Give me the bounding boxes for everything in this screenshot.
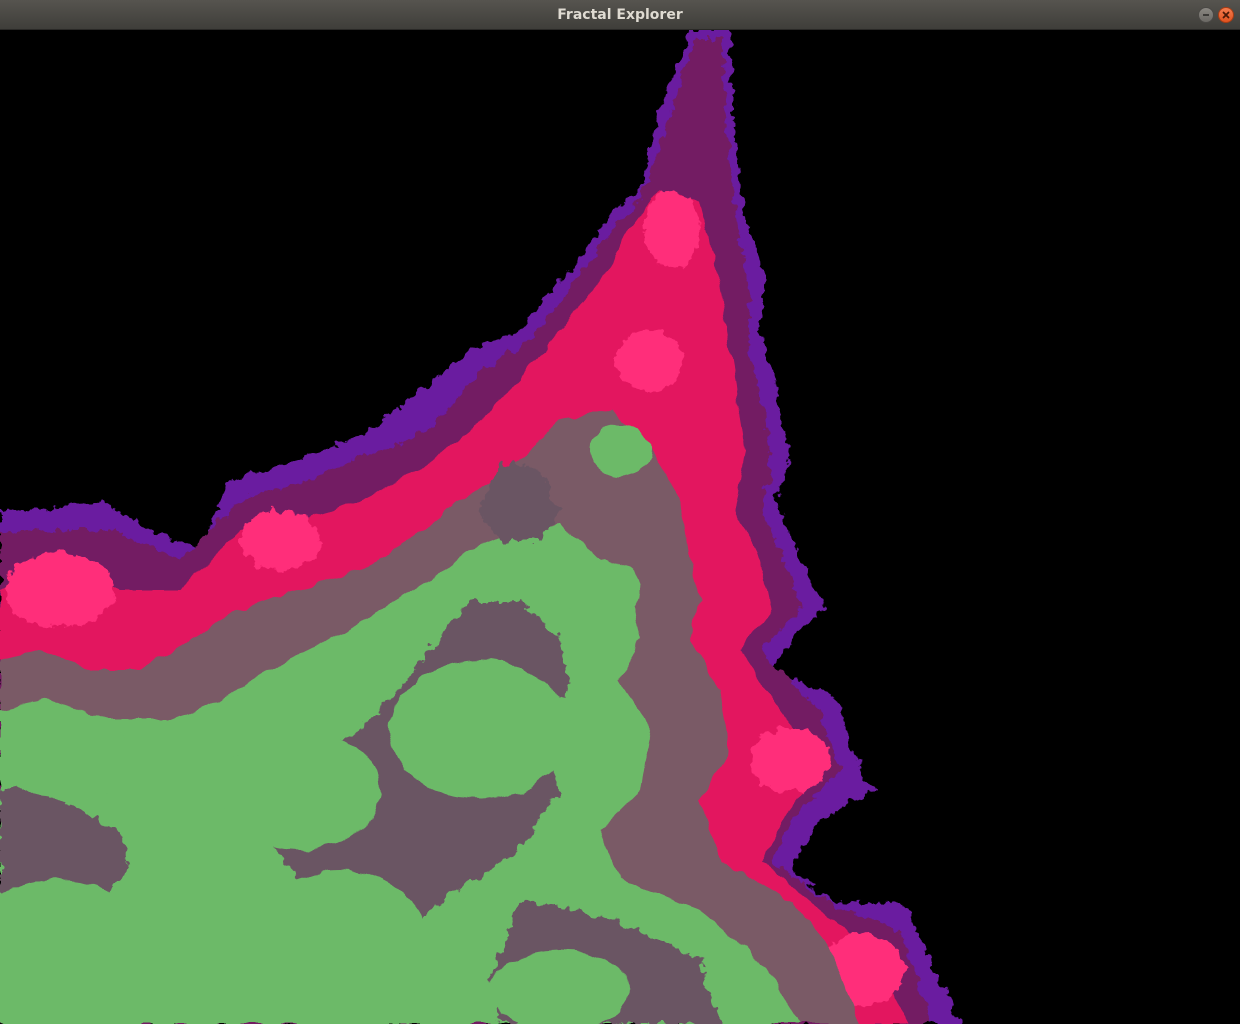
app-window: Fractal Explorer bbox=[0, 0, 1240, 1024]
close-icon bbox=[1222, 11, 1230, 19]
fractal-image bbox=[0, 30, 1240, 1024]
close-button[interactable] bbox=[1218, 7, 1234, 23]
fractal-canvas[interactable] bbox=[0, 30, 1240, 1024]
title-bar[interactable]: Fractal Explorer bbox=[0, 0, 1240, 30]
window-title: Fractal Explorer bbox=[557, 7, 683, 23]
minimize-button[interactable] bbox=[1198, 7, 1214, 23]
